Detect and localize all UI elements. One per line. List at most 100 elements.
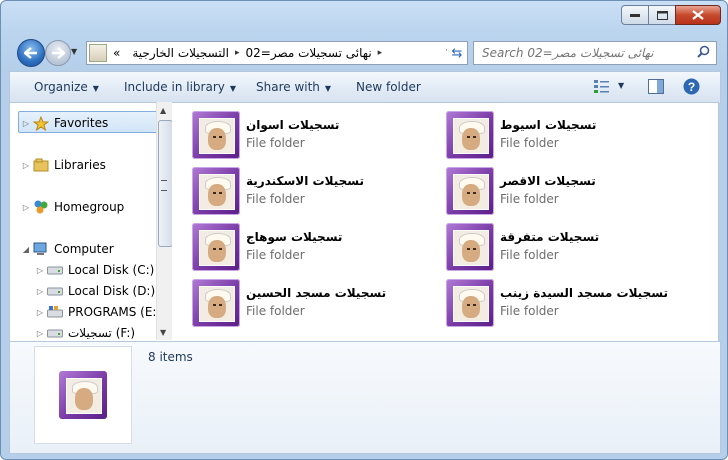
- portrait-icon: [199, 230, 235, 266]
- refresh-icon: ⇆: [451, 45, 463, 61]
- folder-name: تسجيلات مسجد الحسين: [246, 286, 387, 300]
- folder-item[interactable]: تسجيلات الاقصر File folder: [446, 167, 676, 217]
- folder-item[interactable]: تسجيلات الاسكندرية File folder: [192, 167, 422, 217]
- nav-computer[interactable]: ◢ Computer: [20, 239, 114, 259]
- breadcrumb-separator-icon[interactable]: ▸: [378, 48, 383, 58]
- preview-pane-button[interactable]: [648, 79, 664, 97]
- refresh-button[interactable]: ⇆: [447, 41, 468, 65]
- expand-icon[interactable]: ▷: [34, 266, 46, 275]
- nav-drive-d[interactable]: ▷ Local Disk (D:): [34, 281, 155, 301]
- help-button[interactable]: ?: [683, 78, 700, 98]
- details-preview: [34, 346, 132, 444]
- folder-name: تسجيلات مسجد السيدة زينب: [500, 286, 668, 300]
- help-icon: ?: [683, 78, 700, 95]
- folder-thumbnail: [446, 279, 494, 327]
- view-options-dropdown[interactable]: ▼: [618, 81, 624, 90]
- navigation-scrollbar[interactable]: ▲ ▼: [156, 102, 173, 340]
- maximize-button[interactable]: [648, 5, 676, 25]
- folder-name: تسجيلات الاقصر: [500, 174, 596, 188]
- expand-icon[interactable]: ▷: [34, 308, 46, 317]
- folder-name: تسجيلات سوهاج: [246, 230, 343, 244]
- portrait-icon: [199, 286, 235, 322]
- folder-item[interactable]: تسجيلات اسوان File folder: [192, 111, 422, 161]
- breadcrumb-item[interactable]: التسجيلات الخارجية: [126, 46, 235, 60]
- search-icon[interactable]: [697, 45, 710, 58]
- collapse-icon[interactable]: ◢: [20, 245, 32, 254]
- item-count: 8 items: [148, 350, 193, 364]
- libraries-icon: [32, 157, 50, 173]
- preview-thumbnail: [59, 371, 107, 419]
- portrait-icon: [453, 174, 489, 210]
- folder-item[interactable]: تسجيلات سوهاج File folder: [192, 223, 422, 273]
- explorer-window: ▼ « التسجيلات الخارجية ▸ نهائى تسجيلات م…: [0, 0, 728, 460]
- breadcrumb-item[interactable]: نهائى تسجيلات مصر=02: [240, 46, 378, 60]
- nav-homegroup[interactable]: ▷ Homegroup: [20, 197, 124, 217]
- scroll-down-icon[interactable]: ▼: [160, 328, 166, 337]
- expand-icon[interactable]: ▷: [34, 287, 46, 296]
- scroll-up-icon[interactable]: ▲: [160, 106, 166, 115]
- search-box[interactable]: [473, 41, 717, 65]
- nav-label: Local Disk (C:): [68, 263, 155, 277]
- portrait-icon: [66, 378, 102, 414]
- folder-item[interactable]: تسجيلات مسجد السيدة زينب File folder: [446, 279, 676, 329]
- folder-name: تسجيلات اسوان: [246, 118, 340, 132]
- portrait-icon: [453, 286, 489, 322]
- folder-item[interactable]: تسجيلات اسيوط File folder: [446, 111, 676, 161]
- address-bar[interactable]: « التسجيلات الخارجية ▸ نهائى تسجيلات مصر…: [86, 41, 466, 65]
- folder-type: File folder: [246, 304, 305, 318]
- folder-thumbnail: [446, 111, 494, 159]
- folder-thumbnail: [192, 167, 240, 215]
- folder-type: File folder: [500, 192, 559, 206]
- nav-label: Computer: [54, 242, 114, 256]
- star-icon: [32, 115, 50, 131]
- folder-type: File folder: [500, 136, 559, 150]
- organize-menu[interactable]: Organize ▼: [34, 80, 99, 94]
- folder-type: File folder: [246, 248, 305, 262]
- minimize-button[interactable]: [621, 5, 649, 25]
- forward-button[interactable]: [45, 40, 71, 66]
- forward-arrow-icon: [52, 47, 65, 59]
- folder-type: File folder: [246, 136, 305, 150]
- drive-icon: [46, 262, 64, 278]
- nav-drive-c[interactable]: ▷ Local Disk (C:): [34, 260, 154, 280]
- folder-name: تسجيلات متفرقة: [500, 230, 600, 244]
- nav-drive-e[interactable]: ▷ PROGRAMS (E:): [34, 302, 161, 322]
- search-input[interactable]: [480, 44, 694, 62]
- breadcrumb-root[interactable]: «: [107, 46, 126, 60]
- nav-favorites[interactable]: ▷ Favorites: [20, 113, 108, 133]
- navigation-bar: ▼ « التسجيلات الخارجية ▸ نهائى تسجيلات م…: [17, 39, 717, 67]
- expand-icon[interactable]: ▷: [34, 329, 46, 338]
- folder-type: File folder: [500, 304, 559, 318]
- folder-item[interactable]: تسجيلات مسجد الحسين File folder: [192, 279, 422, 329]
- include-in-library-menu[interactable]: Include in library ▼: [124, 80, 236, 94]
- recent-pages-dropdown[interactable]: ▼: [71, 47, 81, 57]
- new-folder-button[interactable]: New folder: [356, 80, 421, 94]
- include-label: Include in library: [124, 80, 225, 94]
- folder-name: تسجيلات اسيوط: [500, 118, 597, 132]
- nav-label: Favorites: [54, 116, 109, 130]
- chevron-down-icon: ▼: [92, 84, 99, 93]
- computer-icon: [32, 241, 50, 257]
- back-button[interactable]: [17, 39, 45, 67]
- nav-label: PROGRAMS (E:): [68, 305, 162, 319]
- expand-icon[interactable]: ▷: [20, 119, 32, 128]
- command-bar: Organize ▼ Include in library ▼ Share with…: [9, 71, 721, 103]
- expand-icon[interactable]: ▷: [20, 203, 32, 212]
- folder-thumbnail: [192, 223, 240, 271]
- nav-label: تسجيلات (F:): [68, 326, 136, 340]
- portrait-icon: [453, 230, 489, 266]
- nav-libraries[interactable]: ▷ Libraries: [20, 155, 106, 175]
- nav-drive-f[interactable]: ▷ تسجيلات (F:): [34, 323, 136, 341]
- close-icon: [692, 10, 704, 20]
- folder-type: File folder: [246, 192, 305, 206]
- drive-icon: [46, 304, 64, 320]
- change-view-button[interactable]: [594, 79, 610, 96]
- folder-item[interactable]: تسجيلات متفرقة File folder: [446, 223, 676, 273]
- chevron-down-icon: ▼: [324, 84, 332, 93]
- share-with-menu[interactable]: Share with ▼: [256, 80, 331, 94]
- folder-thumbnail: [446, 223, 494, 271]
- preview-pane-icon: [648, 79, 664, 94]
- close-button[interactable]: [675, 5, 721, 25]
- expand-icon[interactable]: ▷: [20, 161, 32, 170]
- drive-icon: [46, 325, 64, 341]
